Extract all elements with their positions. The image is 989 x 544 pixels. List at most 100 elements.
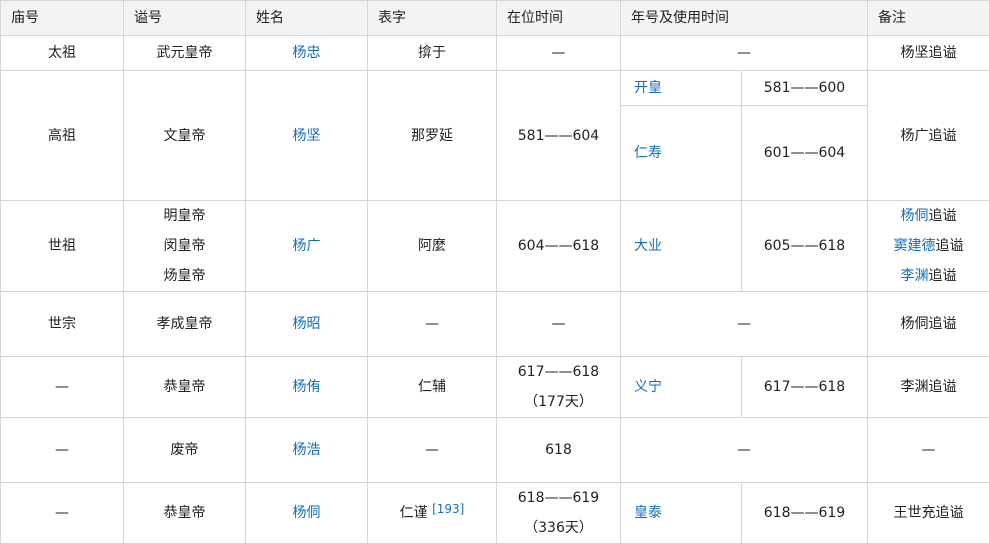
shi-text: 明皇帝 (164, 208, 206, 224)
note-text: 杨广追谥 (901, 128, 957, 144)
shi-text: 恭皇帝 (164, 505, 206, 521)
shi-cell: 恭皇帝 (124, 357, 246, 418)
note-text: 王世充追谥 (894, 505, 964, 521)
zi-text: 仁辅 (418, 379, 446, 395)
miao-cell: 高祖 (1, 71, 124, 201)
note-text: 追谥 (929, 268, 957, 284)
name-cell: 杨侑 (246, 357, 368, 418)
name-link[interactable]: 杨广 (293, 238, 321, 254)
name-cell: 杨坚 (246, 71, 368, 201)
miao-cell: 太祖 (1, 36, 124, 71)
zi-cell: 那罗延 (368, 71, 497, 201)
zi-text: 那罗延 (411, 128, 453, 144)
zi-cell: — (368, 292, 497, 357)
name-link[interactable]: 杨忠 (293, 45, 321, 61)
era-link[interactable]: 皇泰 (634, 505, 662, 521)
miao-cell: — (1, 357, 124, 418)
reign-text: 581——604 (518, 128, 599, 144)
header-cell: 在位时间 (497, 1, 621, 36)
reign-text: — (552, 316, 566, 332)
name-cell: 杨浩 (246, 418, 368, 483)
header-cell: 庙号 (1, 1, 124, 36)
reign-cell: — (497, 292, 621, 357)
miao-cell: 世祖 (1, 201, 124, 292)
zi-text: 仁谨 (400, 505, 428, 521)
shi-cell: 文皇帝 (124, 71, 246, 201)
shi-cell: 孝成皇帝 (124, 292, 246, 357)
name-link[interactable]: 杨浩 (293, 442, 321, 458)
era-years-cell: 601——604 (742, 106, 868, 201)
miao-cell: — (1, 418, 124, 483)
shi-cell: 明皇帝闵皇帝炀皇帝 (124, 201, 246, 292)
note-link[interactable]: 李渊 (901, 268, 929, 284)
zi-text: 阿麼 (418, 238, 446, 254)
zi-cell: 阿麼 (368, 201, 497, 292)
zi-text: — (425, 442, 439, 458)
name-link[interactable]: 杨昭 (293, 316, 321, 332)
zi-cell: 仁辅 (368, 357, 497, 418)
table-body: 太祖武元皇帝杨忠揜于——杨坚追谥高祖文皇帝杨坚那罗延581——604开皇581—… (1, 36, 989, 544)
table-row: 世宗孝成皇帝杨昭———杨侗追谥 (1, 292, 989, 357)
shi-cell: 恭皇帝 (124, 483, 246, 544)
zi-text: — (425, 316, 439, 332)
era-link[interactable]: 义宁 (634, 379, 662, 395)
reign-text: — (552, 45, 566, 61)
shi-text: 武元皇帝 (157, 45, 213, 61)
note-cell: 杨侗追谥窦建德追谥李渊追谥 (868, 201, 989, 292)
shi-text: 闵皇帝 (164, 238, 206, 254)
table-row: —恭皇帝杨侗仁谨 [193]618——619（336天）皇泰618——619王世… (1, 483, 989, 544)
reign-cell: 618 (497, 418, 621, 483)
name-cell: 杨忠 (246, 36, 368, 71)
note-cell: 杨坚追谥 (868, 36, 989, 71)
era-name-cell: 大业 (621, 201, 742, 292)
table-row: 太祖武元皇帝杨忠揜于——杨坚追谥 (1, 36, 989, 71)
note-cell: 杨广追谥 (868, 71, 989, 201)
note-cell: 李渊追谥 (868, 357, 989, 418)
era-cell: — (621, 418, 868, 483)
reign-cell: 604——618 (497, 201, 621, 292)
note-cell: 杨侗追谥 (868, 292, 989, 357)
reign-cell: 617——618（177天） (497, 357, 621, 418)
era-name-cell: 义宁 (621, 357, 742, 418)
era-name-cell: 开皇 (621, 71, 742, 106)
shi-text: 恭皇帝 (164, 379, 206, 395)
reign-cell: — (497, 36, 621, 71)
name-link[interactable]: 杨侑 (293, 379, 321, 395)
era-link[interactable]: 仁寿 (634, 145, 662, 161)
miao-cell: — (1, 483, 124, 544)
note-cell: 王世充追谥 (868, 483, 989, 544)
era-years-cell: 581——600 (742, 71, 868, 106)
note-text: 追谥 (929, 208, 957, 224)
shi-text: 炀皇帝 (164, 268, 206, 284)
name-link[interactable]: 杨坚 (293, 128, 321, 144)
reign-text: 604——618 (518, 238, 599, 254)
note-text: 杨坚追谥 (901, 45, 957, 61)
reference-link[interactable]: [193] (432, 502, 464, 516)
note-text: — (922, 442, 936, 458)
note-text: 追谥 (936, 238, 964, 254)
table-row: —废帝杨浩—618—— (1, 418, 989, 483)
era-name-cell: 仁寿 (621, 106, 742, 201)
zi-cell: — (368, 418, 497, 483)
era-link[interactable]: 开皇 (634, 80, 662, 96)
note-cell: — (868, 418, 989, 483)
zi-text: 揜于 (418, 45, 446, 61)
note-link[interactable]: 杨侗 (901, 208, 929, 224)
reign-text: 617——618 (518, 364, 599, 380)
header-cell: 表字 (368, 1, 497, 36)
name-link[interactable]: 杨侗 (293, 505, 321, 521)
era-years-cell: 617——618 (742, 357, 868, 418)
zi-cell: 仁谨 [193] (368, 483, 497, 544)
header-cell: 备注 (868, 1, 989, 36)
era-years-cell: 605——618 (742, 201, 868, 292)
miao-cell: 世宗 (1, 292, 124, 357)
era-link[interactable]: 大业 (634, 238, 662, 254)
reign-cell: 618——619（336天） (497, 483, 621, 544)
name-cell: 杨昭 (246, 292, 368, 357)
reign-days: （336天） (524, 520, 593, 536)
shi-text: 废帝 (171, 442, 199, 458)
era-cell: — (621, 292, 868, 357)
note-link[interactable]: 窦建德 (894, 238, 936, 254)
shi-cell: 武元皇帝 (124, 36, 246, 71)
reign-cell: 581——604 (497, 71, 621, 201)
